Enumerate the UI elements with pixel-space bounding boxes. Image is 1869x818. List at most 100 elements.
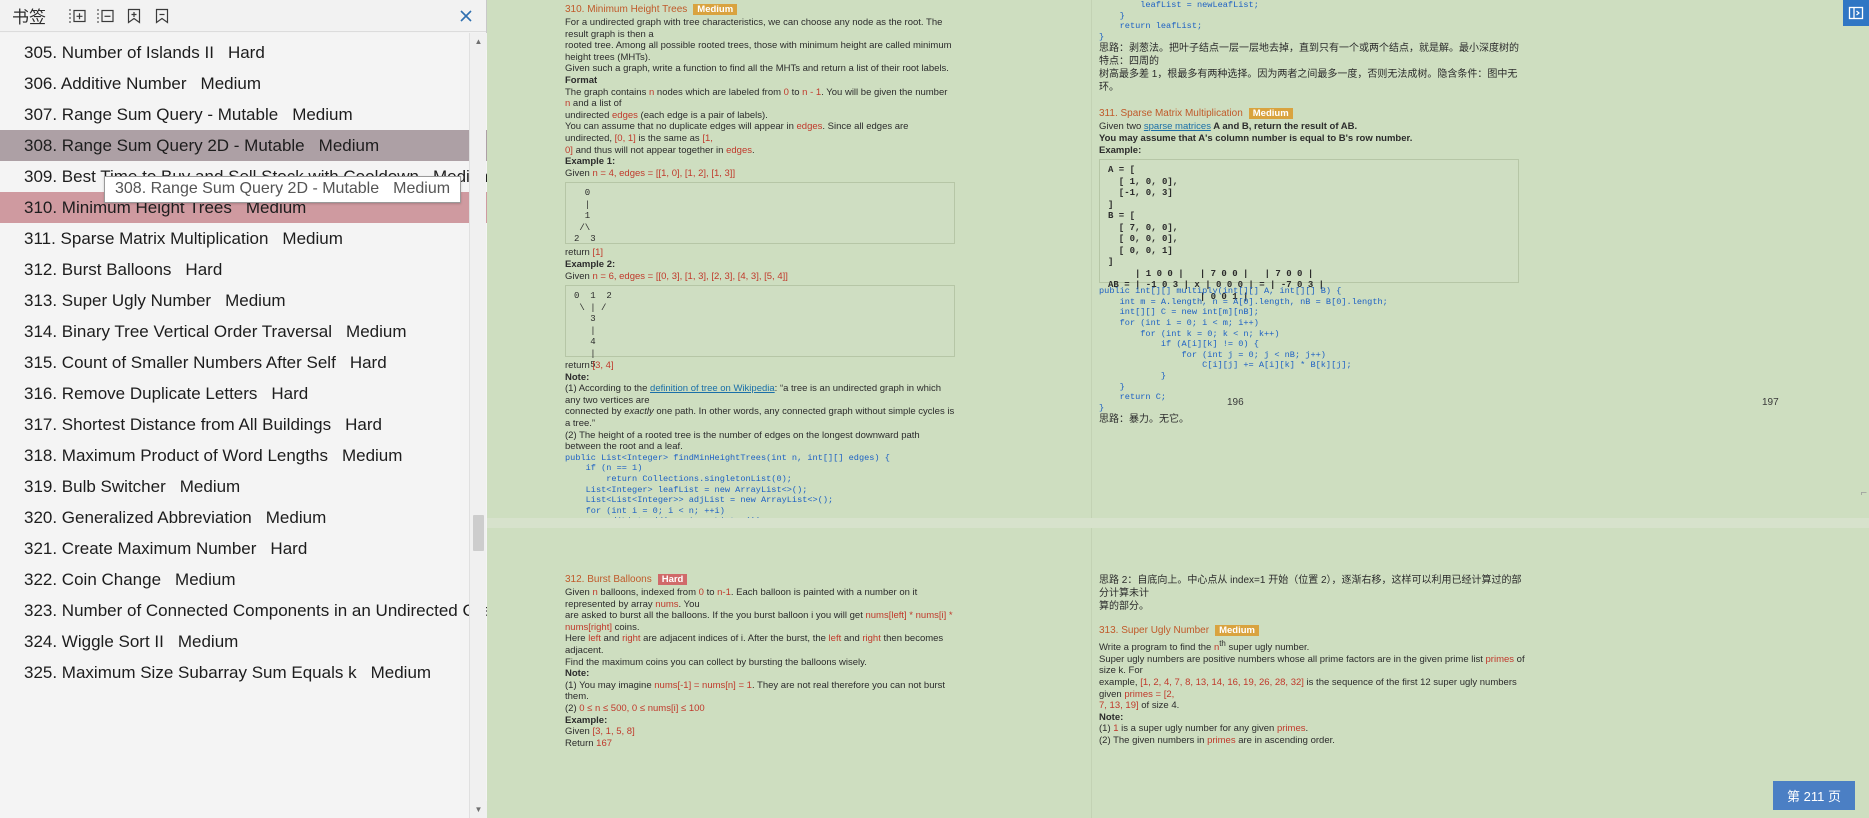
bookmark-row[interactable]: 322. Coin Change Medium (0, 564, 487, 595)
bookmark-row[interactable]: 317. Shortest Distance from All Building… (0, 409, 487, 440)
add-bookmark-icon[interactable] (122, 4, 146, 28)
note-label: Note: (565, 371, 590, 383)
scroll-up-arrow-icon[interactable]: ▲ (470, 33, 487, 50)
bookmark-row[interactable]: 325. Maximum Size Subarray Sum Equals k M… (0, 657, 487, 688)
desc-line-2: rooted tree. Among all possible rooted t… (565, 40, 952, 63)
page-indicator[interactable]: 第 211 页 (1773, 781, 1855, 810)
bookmarks-list-viewport[interactable]: 305. Number of Islands II Hard 306. Additi… (0, 33, 487, 818)
bookmark-label: 319. Bulb Switcher (24, 476, 166, 496)
bookmark-label: 312. Burst Balloons (24, 259, 172, 279)
problem-311-java-code: public int[][] multiply(int[][] A, int[]… (1099, 286, 1388, 413)
difficulty-badge: Medium (693, 4, 738, 15)
notes-cjk-310-line-2: 树高最多差 1，根最多有两种选择。因为两者之间最多一度，否则无法成树。隐含条件：… (1099, 69, 1518, 94)
problem-310-description: For a undirected graph with tree charact… (565, 17, 955, 179)
p312-line-4: Find the maximum coins you can collect b… (565, 656, 867, 668)
bookmark-difficulty: Medium (318, 135, 380, 155)
scroll-down-arrow-icon[interactable]: ▼ (470, 801, 487, 818)
bookmark-difficulty: Hard (345, 414, 382, 434)
p313-note-label: Note: (1099, 711, 1124, 723)
notes-cjk-312-line-1: 思路 2：自底向上。中心点从 index=1 开始（位置 2），逐渐右移，这样可… (1099, 575, 1522, 599)
problem-312-heading: 312. Burst Balloons Hard (565, 574, 955, 585)
p313-note-1: (1) 1 is a super ugly number for any giv… (1099, 723, 1309, 735)
sidebar-scrollbar[interactable]: ▲ ▼ (469, 33, 487, 818)
bookmark-label: 320. Generalized Abbreviation (24, 507, 252, 527)
bookmark-difficulty: Medium (177, 631, 239, 651)
bookmark-difficulty: Medium (346, 321, 407, 341)
p312-example-label: Example: (565, 714, 608, 726)
bookmark-row[interactable]: 308. Range Sum Query 2D - Mutable Medium (0, 130, 487, 161)
collapse-all-icon[interactable] (94, 4, 118, 28)
format-label: Format (565, 74, 598, 86)
bookmark-label: 313. Super Ugly Number (24, 290, 212, 310)
bookmark-label: 314. Binary Tree Vertical Order Traversa… (24, 321, 333, 341)
bookmark-label: 323. Number of Connected Components in a… (24, 600, 487, 620)
bookmark-difficulty: Medium (341, 445, 403, 465)
page-divider-bottom (1091, 528, 1092, 818)
assume-line-2: 0] and thus will not appear together in … (565, 144, 755, 156)
scroll-hint-icon[interactable]: ⌐ (1861, 487, 1867, 499)
document-page-196-197: 310. Minimum Height Trees Medium For a un… (487, 0, 1869, 537)
bookmark-row[interactable]: 315. Count of Smaller Numbers After Self… (0, 347, 487, 378)
expand-all-icon[interactable] (66, 4, 90, 28)
bookmark-difficulty: Medium (282, 228, 343, 248)
bookmark-row[interactable]: 316. Remove Duplicate Letters Hard (0, 378, 487, 409)
document-viewer[interactable]: 310. Minimum Height Trees Medium For a un… (487, 0, 1869, 818)
document-page-next-spread: 312. Burst Balloons Hard Given n balloons… (487, 528, 1869, 818)
notes-cjk-311: 思路：暴力。无它。 (1099, 414, 1189, 426)
s311-matrix-example: A = [ [ 1, 0, 0], [-1, 0, 3] ] B = [ [ 7… (1099, 159, 1519, 302)
difficulty-badge: Hard (657, 574, 688, 585)
p312-note-1: (1) You may imagine nums[-1] = nums[n] =… (565, 679, 946, 703)
s311-line-1: Given two sparse matrices A and B, retur… (1099, 121, 1358, 133)
bookmark-row[interactable]: 321. Create Maximum Number Hard (0, 533, 487, 564)
bookmarks-toolbar: 书签 (0, 0, 486, 32)
note-2: (2) The height of a rooted tree is the n… (565, 429, 920, 453)
problem-312-description: Given n balloons, indexed from 0 to n-1.… (565, 587, 955, 749)
page-divider (1091, 0, 1092, 518)
p313-line-4: 7, 13, 19] of size 4. (1099, 700, 1180, 712)
bookmark-difficulty: Hard (227, 42, 265, 62)
bookmark-label: 315. Count of Smaller Numbers After Self (24, 352, 336, 372)
example-2-return: return [3, 4] (565, 360, 614, 372)
page-197-content: leafList = newLeafList; } return leafLis… (1099, 0, 1519, 426)
p313-line-1: Write a program to find the nth super ug… (1099, 639, 1310, 654)
bookmark-difficulty: Hard (185, 259, 223, 279)
bookmark-label: 325. Maximum Size Subarray Sum Equals k (24, 662, 357, 682)
example-1-given: Given n = 4, edges = [[1, 0], [1, 2], [1… (565, 167, 736, 179)
bookmark-row[interactable]: 311. Sparse Matrix Multiplication Medium (0, 223, 487, 254)
bookmark-label: 317. Shortest Distance from All Building… (24, 414, 332, 434)
remove-bookmark-icon[interactable] (150, 4, 174, 28)
close-panel-button[interactable] (456, 6, 476, 26)
bookmark-label: 324. Wiggle Sort II (24, 631, 164, 651)
p313-line-3: example, [1, 2, 4, 7, 8, 13, 14, 16, 19,… (1099, 676, 1517, 700)
sidebar-scroll-thumb[interactable] (473, 515, 484, 551)
bookmark-row[interactable]: 307. Range Sum Query - Mutable Medium (0, 99, 487, 130)
problem-313-block: 思路 2：自底向上。中心点从 index=1 开始（位置 2），逐渐右移，这样可… (1099, 574, 1529, 747)
bookmark-label: 316. Remove Duplicate Letters (24, 383, 258, 403)
panel-toggle-button[interactable] (1843, 0, 1869, 26)
bookmark-row[interactable]: 312. Burst Balloons Hard (0, 254, 487, 285)
bookmark-row[interactable]: 324. Wiggle Sort II Medium (0, 626, 487, 657)
bookmark-row[interactable]: 314. Binary Tree Vertical Order Traversa… (0, 316, 487, 347)
p312-line-3: Here left and right are adjacent indices… (565, 633, 944, 656)
desc-line-3: Given such a graph, write a function to … (565, 63, 949, 75)
bookmark-label: 307. Range Sum Query - Mutable (24, 104, 279, 124)
bookmark-label: 311. Sparse Matrix Multiplication (24, 228, 269, 248)
bookmark-row[interactable]: 319. Bulb Switcher Medium (0, 471, 487, 502)
viewer-scrollbar[interactable] (1865, 26, 1869, 818)
sparse-matrices-link[interactable]: sparse matrices (1144, 121, 1211, 132)
bookmark-difficulty: Medium (200, 73, 262, 93)
notes-cjk-310-line-1: 思路：剥葱法。把叶子结点一层一层地去掉，直到只有一个或两个结点，就是解。最小深度… (1099, 43, 1519, 68)
bookmark-row[interactable]: 320. Generalized Abbreviation Medium (0, 502, 487, 533)
bookmark-label: 308. Range Sum Query 2D - Mutable (24, 135, 305, 155)
bookmark-row[interactable]: 323. Number of Connected Components in a… (0, 595, 487, 626)
tooltip-difficulty: Medium (393, 180, 451, 197)
bookmark-row[interactable]: 313. Super Ugly Number Medium (0, 285, 487, 316)
problem-313-description: Write a program to find the nth super ug… (1099, 638, 1529, 747)
bookmark-row[interactable]: 306. Additive Number Medium (0, 68, 487, 99)
wikipedia-tree-link[interactable]: definition of tree on Wikipedia (650, 383, 775, 394)
example-2-ascii-art: 0 1 2 \ | / 3 | 4 | 5 (565, 285, 955, 370)
format-line-1: The graph contains n nodes which are lab… (565, 86, 948, 110)
bookmark-row[interactable]: 305. Number of Islands II Hard (0, 37, 487, 68)
example-1-return: return [1] (565, 247, 604, 259)
bookmark-row[interactable]: 318. Maximum Product of Word Lengths Medi… (0, 440, 487, 471)
